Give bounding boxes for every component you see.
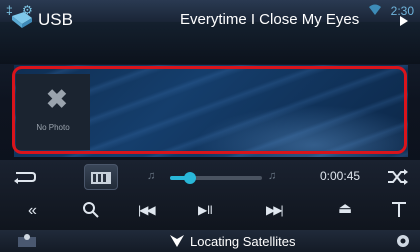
- usb-source-icon[interactable]: [10, 10, 34, 30]
- antenna-icon[interactable]: [390, 200, 408, 218]
- film-icon: [91, 172, 111, 184]
- music-note-icon: ♫: [147, 170, 156, 182]
- progress-handle[interactable]: [184, 172, 196, 184]
- play-indicator-icon: [400, 16, 408, 26]
- gear-icon[interactable]: [394, 232, 412, 250]
- gps-status-text: Locating Satellites: [190, 234, 296, 249]
- repeat-icon[interactable]: [12, 169, 38, 185]
- signal-icon: [369, 4, 381, 15]
- next-track-button[interactable]: ▶▶|: [266, 203, 284, 217]
- shuffle-icon[interactable]: [386, 168, 408, 186]
- previous-track-button[interactable]: |◀◀: [138, 203, 156, 217]
- eject-button[interactable]: ⏏: [338, 199, 352, 217]
- music-note-icon: ♫: [268, 170, 277, 182]
- elapsed-time: 0:00:45: [320, 169, 361, 183]
- highlight-frame: [12, 66, 407, 154]
- satellite-icon: [170, 235, 184, 247]
- play-pause-button[interactable]: ▶ll: [198, 203, 213, 217]
- back-button[interactable]: «: [28, 202, 37, 220]
- track-title: Everytime I Close My Eyes: [180, 11, 360, 28]
- search-icon[interactable]: [82, 201, 100, 219]
- video-mode-button[interactable]: [84, 164, 118, 190]
- source-label[interactable]: USB: [38, 10, 73, 30]
- navigation-icon[interactable]: [16, 233, 42, 249]
